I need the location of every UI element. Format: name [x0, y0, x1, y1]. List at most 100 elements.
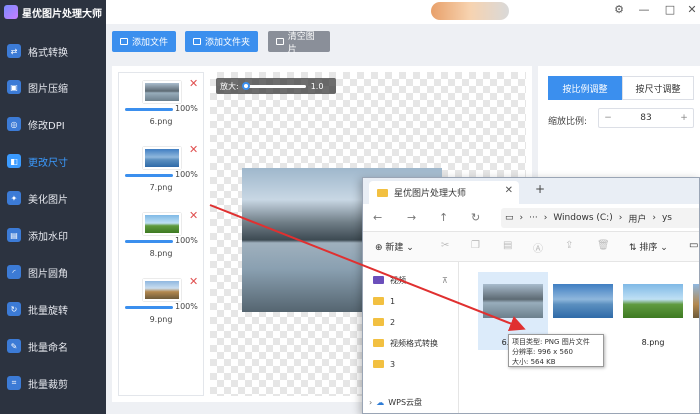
- forward-icon[interactable]: →: [407, 211, 416, 224]
- folder-icon: [373, 297, 384, 305]
- add-file-button[interactable]: 添加文件: [112, 31, 176, 52]
- maximize-icon[interactable]: □: [662, 3, 678, 16]
- tree-item[interactable]: 视频 ⊼: [373, 272, 448, 288]
- sidebar-item-round-corner[interactable]: ◜ 图片圆角: [0, 257, 106, 287]
- rename-icon[interactable]: Ⓐ: [533, 240, 543, 255]
- sidebar-item-rotate[interactable]: ↻ 批量旋转: [0, 294, 106, 324]
- user-avatar[interactable]: [431, 2, 509, 20]
- breadcrumb-item[interactable]: 用户: [628, 212, 646, 225]
- back-icon[interactable]: ←: [373, 211, 382, 224]
- close-tab-icon[interactable]: ✕: [505, 185, 513, 196]
- thumbnail-image: [143, 81, 181, 103]
- folder-icon: [193, 38, 201, 45]
- close-icon[interactable]: ✕: [684, 3, 700, 16]
- beautify-icon: ✦: [7, 191, 21, 205]
- tab-label: 按比例调整: [562, 84, 608, 95]
- remove-icon[interactable]: ✕: [189, 143, 198, 156]
- share-icon[interactable]: ⇪: [565, 240, 573, 251]
- sidebar-item-format[interactable]: ⇄ 格式转换: [0, 36, 106, 66]
- refresh-icon[interactable]: ↻: [471, 211, 480, 224]
- file-name: 8.png: [641, 338, 665, 347]
- thumbnail-item[interactable]: ✕ 100% 7.png: [123, 143, 203, 207]
- settings-icon[interactable]: ⚙: [611, 3, 627, 16]
- progress-bar: [125, 306, 173, 309]
- tooltip-size: 大小: 564 KB: [512, 358, 556, 366]
- new-button[interactable]: ⊕ 新建 ⌄: [375, 240, 414, 253]
- tree-item[interactable]: 2: [373, 314, 395, 330]
- sort-button[interactable]: ⇅ 排序 ⌄: [629, 240, 668, 253]
- file-item[interactable]: 8.png: [618, 272, 688, 347]
- thumbnail-image: [143, 147, 181, 169]
- tree-item[interactable]: 视频格式转换: [373, 335, 438, 351]
- sidebar-item-watermark[interactable]: ▤ 添加水印: [0, 220, 106, 250]
- file-icon: [120, 38, 128, 45]
- new-label: 新建: [385, 243, 404, 253]
- file-thumbnail: [553, 284, 613, 318]
- address-bar[interactable]: ▭ › ··· › Windows (C:) › 用户 › ys: [501, 208, 699, 228]
- thumbnail-item[interactable]: ✕ 100% 9.png: [123, 275, 203, 339]
- zoom-slider[interactable]: [241, 81, 306, 90]
- video-folder-icon: [373, 276, 384, 284]
- tab-resize-by-size[interactable]: 按尺寸调整: [622, 76, 694, 100]
- remove-icon[interactable]: ✕: [189, 77, 198, 90]
- folder-icon: [373, 318, 384, 326]
- compress-icon: ▣: [7, 80, 21, 94]
- breadcrumb-item[interactable]: ys: [662, 213, 672, 223]
- scale-input[interactable]: 83: [617, 113, 675, 123]
- new-tab-icon[interactable]: +: [535, 182, 545, 196]
- tree-item[interactable]: › ☁ WPS云盘: [369, 394, 422, 410]
- sidebar-item-label: 图片压缩: [28, 83, 68, 95]
- watermark-icon: ▤: [7, 228, 21, 242]
- remove-icon[interactable]: ✕: [189, 209, 198, 222]
- add-file-label: 添加文件: [132, 38, 169, 48]
- breadcrumb-item[interactable]: Windows (C:): [553, 213, 612, 223]
- tree-item[interactable]: 1: [373, 293, 395, 309]
- thumbnail-item[interactable]: ✕ 100% 8.png: [123, 209, 203, 273]
- sidebar-item-beautify[interactable]: ✦ 美化图片: [0, 183, 106, 213]
- pin-icon: ⊼: [442, 275, 448, 285]
- chevron-right-icon: ›: [618, 213, 623, 223]
- cut-icon[interactable]: ✂: [441, 240, 449, 251]
- thumbnail-image: [143, 279, 181, 301]
- resize-icon: ◧: [7, 154, 21, 168]
- paste-icon[interactable]: ▤: [503, 240, 512, 251]
- scale-stepper[interactable]: − 83 +: [598, 108, 694, 128]
- thumbnail-name: 6.png: [149, 117, 173, 126]
- view-icon[interactable]: ▭: [689, 240, 698, 251]
- file-item[interactable]: [688, 272, 699, 342]
- sidebar-item-label: 修改DPI: [28, 120, 65, 132]
- chevron-right-icon: ›: [519, 213, 524, 223]
- clear-images-button[interactable]: 清空图片: [268, 31, 330, 55]
- title-bar: ⚙ — □ ✕: [106, 0, 700, 24]
- chevron-right-icon: ›: [543, 213, 548, 223]
- sidebar-item-label: 图片圆角: [28, 268, 68, 280]
- sidebar-item-resize[interactable]: ◧ 更改尺寸: [0, 146, 106, 176]
- thumbnail-item[interactable]: ✕ 100% 6.png: [123, 77, 203, 141]
- tree-item-label: 视频: [390, 275, 406, 285]
- zoom-slider-handle[interactable]: [241, 81, 250, 90]
- add-folder-button[interactable]: 添加文件夹: [185, 31, 258, 52]
- sidebar-item-label: 美化图片: [28, 194, 68, 206]
- file-item[interactable]: [548, 272, 618, 342]
- tree-item-label: WPS云盘: [388, 397, 423, 407]
- tab-resize-by-ratio[interactable]: 按比例调整: [548, 76, 622, 100]
- minimize-icon[interactable]: —: [636, 3, 652, 16]
- tree-item[interactable]: 3: [373, 356, 395, 372]
- tooltip-resolution: 分辨率: 996 x 560: [512, 348, 573, 356]
- decrease-button[interactable]: −: [599, 113, 617, 123]
- sidebar-item-dpi[interactable]: ◎ 修改DPI: [0, 109, 106, 139]
- chevron-right-icon: ›: [652, 213, 656, 223]
- sidebar-item-rename[interactable]: ✎ 批量命名: [0, 331, 106, 361]
- more-icon: ···: [529, 213, 538, 223]
- monitor-icon: ▭: [505, 213, 514, 223]
- file-thumbnail: [623, 284, 683, 318]
- explorer-tab[interactable]: 星优图片处理大师 ✕: [369, 181, 519, 204]
- sidebar-item-label: 批量命名: [28, 342, 68, 354]
- sidebar-item-crop[interactable]: ⌗ 批量裁剪: [0, 368, 106, 398]
- sidebar-item-compress[interactable]: ▣ 图片压缩: [0, 72, 106, 102]
- increase-button[interactable]: +: [675, 113, 693, 123]
- remove-icon[interactable]: ✕: [189, 275, 198, 288]
- copy-icon[interactable]: ❐: [471, 240, 480, 251]
- up-icon[interactable]: ↑: [439, 211, 448, 224]
- delete-icon[interactable]: 🗑: [597, 240, 610, 251]
